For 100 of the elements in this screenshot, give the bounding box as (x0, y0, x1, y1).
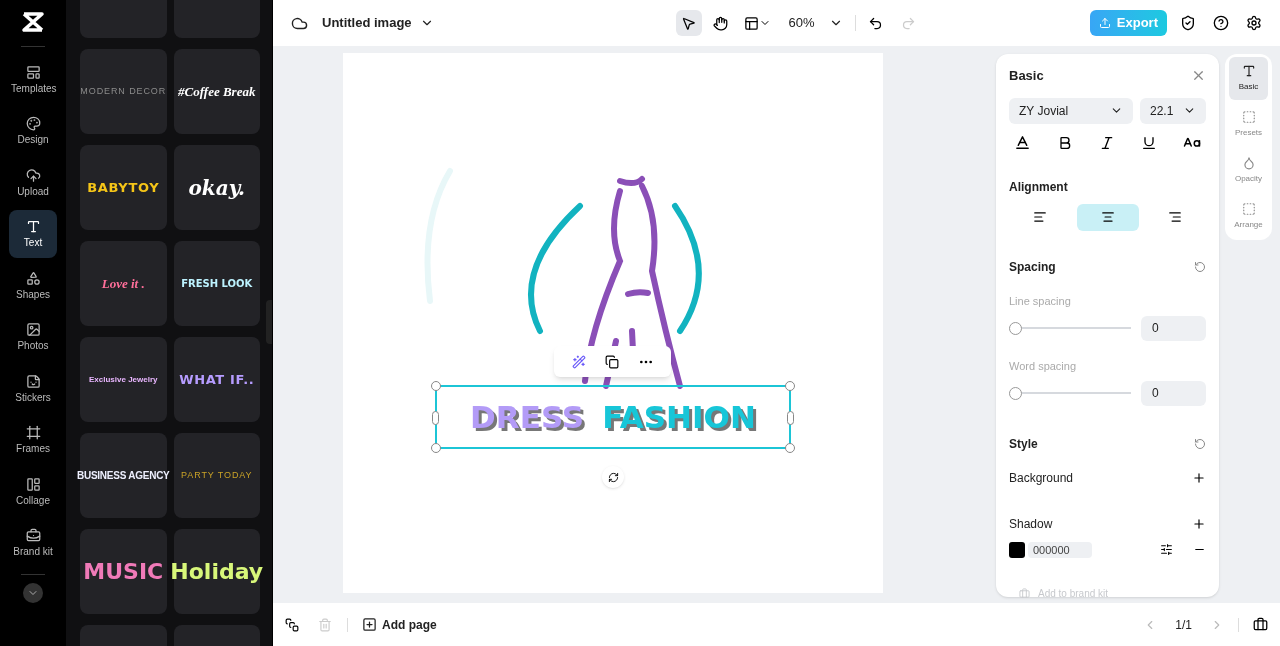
align-center-icon (1100, 210, 1115, 224)
headline-word: DRESS (470, 401, 585, 433)
rail-item[interactable]: Stickers (9, 364, 57, 412)
duplicate-page-icon[interactable] (285, 617, 299, 632)
resize-handle[interactable] (432, 411, 439, 425)
bold-icon[interactable] (1057, 134, 1073, 151)
section-title: Alignment (1009, 178, 1069, 196)
text-icon (1241, 64, 1256, 78)
slider-thumb[interactable] (1009, 321, 1022, 335)
align-right-icon (1168, 210, 1182, 224)
slider-label: Line spacing (1009, 294, 1071, 307)
adjust-icon[interactable] (1160, 543, 1173, 556)
layout-icon (743, 15, 759, 31)
text-preset[interactable]: MODERN DECOR (80, 49, 167, 134)
resize-handle[interactable] (787, 411, 794, 425)
align-button[interactable] (1076, 203, 1139, 231)
resize-handle[interactable] (785, 381, 795, 391)
rail-item[interactable]: Brand kit (9, 518, 57, 567)
pointer-icon (681, 15, 697, 31)
side-tab[interactable]: Basic (1229, 57, 1268, 100)
reset-icon[interactable] (1194, 437, 1206, 450)
headline-word: FASHION (602, 401, 756, 433)
rail-item[interactable]: Collage (9, 467, 57, 515)
text-preset[interactable]: PARTY TODAY (173, 433, 260, 518)
settings-icon[interactable] (1246, 15, 1262, 31)
shield-check-icon[interactable] (1180, 15, 1196, 31)
panel-title: Basic (1009, 67, 1044, 85)
palette-icon (25, 116, 41, 131)
duplicate-icon[interactable] (604, 354, 619, 369)
frame-icon (25, 425, 41, 440)
add-icon[interactable] (1192, 470, 1206, 485)
text-icon (25, 219, 41, 234)
zoom-dropdown[interactable]: 60% (788, 13, 843, 33)
text-preset[interactable]: BABYTOY (80, 145, 167, 230)
align-left-icon (1033, 210, 1047, 224)
rotate-icon (607, 471, 619, 483)
rail-item[interactable]: Frames (9, 415, 57, 464)
logo-icon (21, 10, 45, 34)
shadow-label: Shadow (1009, 515, 1053, 533)
color-swatch[interactable] (1009, 541, 1025, 558)
title-dropdown[interactable]: Untitled image (322, 13, 434, 33)
upload-icon (1098, 17, 1111, 29)
text-preset[interactable]: okay. (173, 145, 260, 230)
text-preset[interactable]: #Coffee Break (173, 49, 260, 134)
shapes-icon (25, 270, 41, 286)
reset-icon[interactable] (1194, 260, 1206, 273)
resize-handle[interactable] (431, 381, 441, 391)
text-preset[interactable]: Exclusive Jewelry (80, 337, 167, 422)
rail-item[interactable]: Upload (9, 158, 57, 206)
text-preset[interactable]: FRESH LOOK (173, 241, 260, 326)
value-field[interactable]: 0 (1141, 380, 1206, 406)
hand-icon (713, 15, 729, 31)
rotate-handle[interactable] (602, 466, 624, 488)
add-page-icon (362, 617, 377, 632)
rail-item[interactable]: Photos (9, 312, 57, 361)
collage-icon (25, 476, 41, 492)
add-icon[interactable] (1192, 516, 1206, 531)
section-title: Spacing (1009, 258, 1056, 276)
briefcase-icon (25, 528, 41, 543)
underline-icon[interactable] (1141, 134, 1157, 151)
text-preset[interactable]: MUSIC (80, 529, 167, 614)
section-title: Style (1009, 435, 1038, 453)
background-label: Background (1009, 469, 1074, 487)
resize-handle[interactable] (431, 443, 441, 453)
templates-icon (25, 64, 41, 80)
slider-thumb[interactable] (1009, 386, 1022, 400)
font-dropdown[interactable]: ZY Jovial (1009, 97, 1133, 124)
help-icon[interactable] (1213, 15, 1229, 31)
side-tab[interactable]: Presets (1229, 103, 1268, 146)
layout-dropdown[interactable] (743, 15, 771, 31)
collapse-handle[interactable] (266, 300, 272, 344)
pointer-tool[interactable] (675, 10, 702, 36)
magic-wand-icon[interactable] (571, 354, 586, 369)
side-tab[interactable]: Opacity (1229, 149, 1268, 192)
slider-track[interactable] (1009, 321, 1131, 335)
undo-icon[interactable] (867, 15, 883, 31)
rail-item[interactable]: Templates (9, 55, 57, 103)
page-counter: 1/1 (1175, 616, 1192, 634)
expand-button[interactable] (23, 583, 43, 603)
text-color-icon[interactable] (1014, 134, 1031, 151)
side-tab[interactable]: Arrange (1229, 195, 1268, 238)
text-preset[interactable]: Love it . (80, 241, 167, 326)
size-dropdown[interactable]: 22.1 (1140, 97, 1206, 124)
slider-track[interactable] (1009, 386, 1131, 400)
value-field[interactable]: 0 (1141, 315, 1206, 341)
resize-handle[interactable] (785, 443, 795, 453)
italic-icon[interactable] (1099, 134, 1115, 151)
briefcase-icon (1019, 587, 1030, 599)
text-preset[interactable]: WHAT IF.. (173, 337, 260, 422)
droplet-icon (1241, 156, 1256, 170)
briefcase-icon[interactable] (1253, 617, 1268, 632)
rail-item[interactable]: Text (9, 209, 57, 258)
arrange-icon (1241, 202, 1256, 216)
rail-item[interactable]: Design (9, 106, 57, 155)
rail-item[interactable]: Shapes (9, 261, 57, 309)
add-page-button[interactable]: Add page (362, 615, 437, 634)
hex-field[interactable]: 000000 (1028, 541, 1092, 558)
slider-label: Word spacing (1009, 359, 1077, 372)
sticker-icon (25, 373, 41, 389)
photo-icon (25, 322, 41, 337)
